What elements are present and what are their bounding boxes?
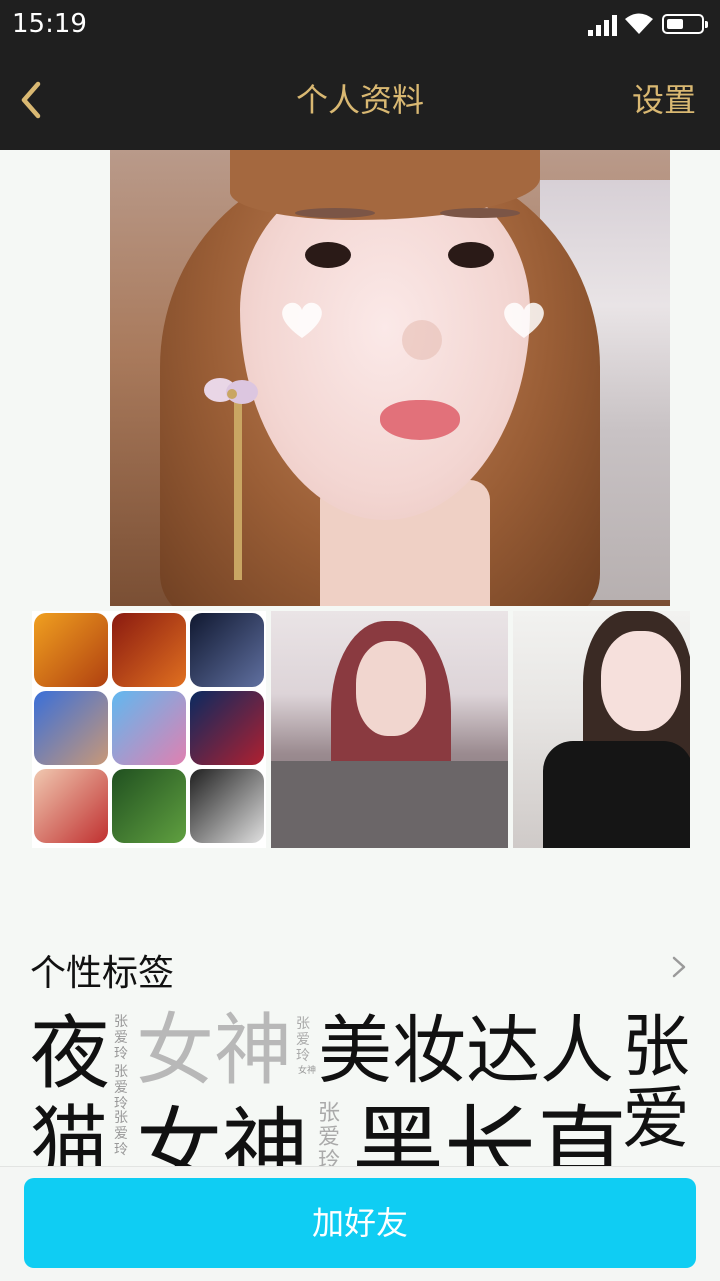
tag-item[interactable]: 女神 xyxy=(136,1012,292,1090)
page-title: 个人资料 xyxy=(295,81,424,119)
back-arrow-icon[interactable] xyxy=(12,72,68,128)
status-time: 15:19 xyxy=(12,9,87,39)
status-bar: 15:19 xyxy=(0,0,720,50)
tag-item[interactable]: 爱 xyxy=(622,1086,690,1154)
battery-icon xyxy=(662,14,708,34)
nav-bar: 个人资料 设置 xyxy=(0,50,720,150)
tag-item[interactable]: 夜 xyxy=(30,1014,110,1094)
tag-item[interactable]: 女神 xyxy=(136,1106,308,1170)
tag-item-small: 张爱玲 xyxy=(114,1110,128,1158)
profile-main-photo[interactable] xyxy=(110,150,670,606)
tag-item-small: 张爱玲 xyxy=(114,1064,128,1112)
tag-cloud[interactable]: 夜 张爱玲 张爱玲 女神 张爱玲 女神 美妆达人 张 猫 张爱玲 女神 张爱玲 … xyxy=(30,1010,710,1170)
photo-thumbnail-2[interactable] xyxy=(271,611,508,848)
app-icons-thumbnail[interactable] xyxy=(32,611,266,848)
add-friend-button[interactable]: 加好友 xyxy=(24,1178,696,1268)
settings-button[interactable]: 设置 xyxy=(632,50,696,150)
tag-item-small: 张爱玲 xyxy=(296,1016,310,1064)
tag-item[interactable]: 张 xyxy=(622,1014,690,1082)
signal-icon xyxy=(588,14,620,36)
tag-item[interactable]: 猫 xyxy=(30,1104,108,1170)
chevron-right-icon[interactable] xyxy=(668,952,692,982)
photo-thumbnail-3[interactable] xyxy=(513,611,690,848)
tags-section-title: 个性标签 xyxy=(30,953,175,994)
tag-item[interactable]: 美妆达人 xyxy=(318,1014,614,1088)
tag-item-tiny: 女神 xyxy=(298,1066,317,1076)
tag-item[interactable]: 黑长直 xyxy=(352,1104,628,1171)
tag-item-small: 张爱玲 xyxy=(318,1101,341,1171)
tag-item-small: 张爱玲 xyxy=(114,1014,128,1062)
wifi-icon xyxy=(625,13,653,34)
